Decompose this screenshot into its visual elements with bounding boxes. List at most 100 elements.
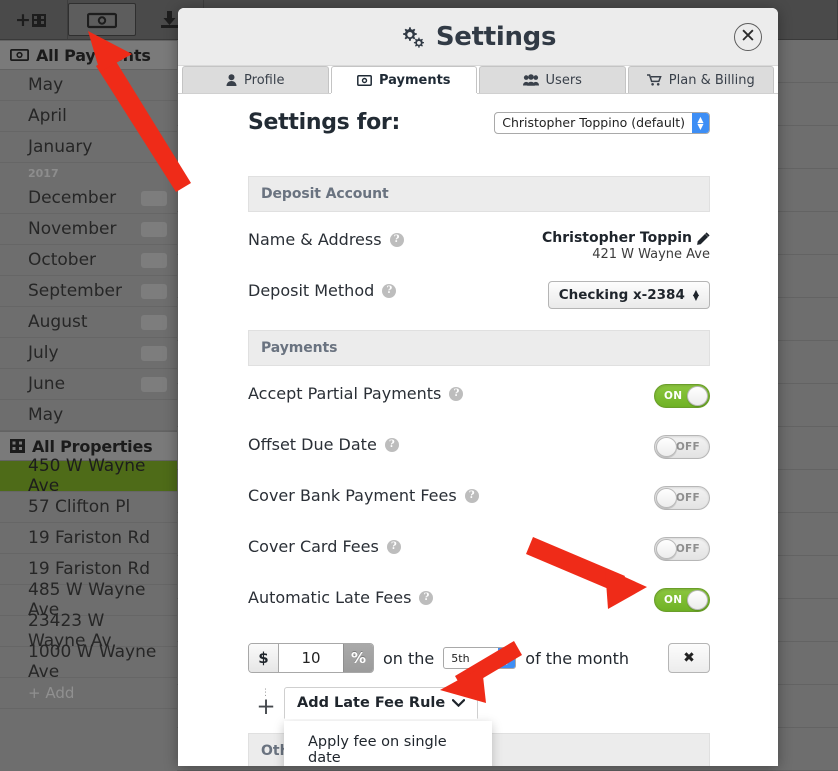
help-icon[interactable]: ? [419,591,433,605]
toggle-knob [656,539,677,559]
month-label: October [28,250,96,270]
on-the-text: on the [383,649,434,668]
close-glyph: ✕ [740,27,756,46]
payments-section-header: Payments [248,330,710,366]
offset-due-date-toggle[interactable]: OFF [654,435,710,459]
tab-profile[interactable]: Profile [182,66,329,93]
tab-label: Profile [244,73,284,88]
sidebar-month-item[interactable]: April [0,101,177,132]
sidebar-month-item[interactable]: June [0,369,177,400]
accept-partial-payments-label-group: Accept Partial Payments ? [248,384,463,403]
help-icon[interactable]: ? [382,284,396,298]
sidebar-property-item[interactable]: 19 Fariston Rd [0,523,177,554]
add-late-fee-rule-row: ⋮ + Add Late Fee Rule Apply fee on singl… [248,673,710,719]
account-select-value: Christopher Toppino (default) [495,113,692,133]
month-amount-pill [141,222,167,237]
month-label: June [28,374,65,394]
settings-for-label: Settings for: [248,110,400,135]
cover-card-fees-row: Cover Card Fees ? OFF [248,519,710,570]
person-icon [226,74,237,86]
late-fee-amount-input[interactable] [279,644,343,672]
tab-plan-billing[interactable]: Plan & Billing [628,66,775,93]
settings-for-bar: Settings for: Christopher Toppino (defau… [178,94,778,152]
automatic-late-fees-label-group: Automatic Late Fees ? [248,588,433,607]
dollar-unit-button[interactable]: $ [249,644,279,672]
plus-icon[interactable]: + [256,698,275,716]
month-label: December [28,188,116,208]
sidebar-month-item[interactable]: July [0,338,177,369]
tab-users[interactable]: Users [479,66,626,93]
sidebar-property-item[interactable]: 450 W Wayne Ave [0,461,177,492]
name-address-row: Name & Address ? Christopher Toppin 421 … [248,212,710,263]
add-building-icon: + [15,11,53,29]
cover-bank-payment-fees-label-group: Cover Bank Payment Fees ? [248,486,479,505]
month-amount-pill [141,191,167,206]
users-icon [523,74,539,86]
name-address-label: Name & Address [248,230,382,249]
menu-item-single-date[interactable]: Apply fee on single date [284,727,492,766]
svg-text:+: + [15,11,31,29]
of-the-month-text: of the month [525,649,629,668]
help-icon[interactable]: ? [390,233,404,247]
cover-bank-payment-fees-toggle[interactable]: OFF [654,486,710,510]
gears-icon [400,25,426,49]
month-amount-pill [141,315,167,330]
tab-label: Plan & Billing [669,73,755,88]
accept-partial-payments-toggle[interactable]: ON [654,384,710,408]
modal-header: Settings ✕ [178,8,778,66]
sidebar-month-item[interactable]: November [0,214,177,245]
deposit-name-line: Christopher Toppin [542,230,710,246]
month-amount-pill [141,346,167,361]
accept-partial-payments-row: Accept Partial Payments ? ON [248,366,710,417]
late-fee-day-select[interactable]: 5th ▲▼ [443,647,516,669]
help-icon[interactable]: ? [387,540,401,554]
sidebar-month-item[interactable]: May [0,70,177,101]
cover-card-fees-label-group: Cover Card Fees ? [248,537,401,556]
month-amount-pill [141,284,167,299]
help-icon[interactable]: ? [449,387,463,401]
sidebar-header-label: All Properties [32,437,152,456]
automatic-late-fees-toggle[interactable]: ON [654,588,710,612]
deposit-method-select[interactable]: Checking x-2384 ▲▼ [548,281,710,309]
add-property-button[interactable]: + [0,0,68,39]
tab-payments[interactable]: Payments [331,66,478,93]
sidebar-header-payments[interactable]: All Payments [0,40,177,70]
sidebar-add-property[interactable]: + Add [0,678,177,709]
offset-due-date-row: Offset Due Date ? OFF [248,417,710,468]
deposit-method-label: Deposit Method [248,281,374,300]
toggle-knob [687,590,708,610]
account-select[interactable]: Christopher Toppino (default) ▲▼ [494,112,710,134]
automatic-late-fees-row: Automatic Late Fees ? ON [248,570,710,621]
sidebar-property-item[interactable]: 57 Clifton Pl [0,492,177,523]
deposit-method-row: Deposit Method ? Checking x-2384 ▲▼ [248,263,710,314]
month-label: November [28,219,116,239]
building-icon [10,439,25,453]
toggle-state-label: OFF [676,487,700,509]
toggle-knob [656,488,677,508]
banknote-icon [10,49,29,61]
sidebar-month-item[interactable]: January [0,132,177,163]
help-icon[interactable]: ? [465,489,479,503]
sidebar-month-item[interactable]: December [0,183,177,214]
sidebar-month-item[interactable]: August [0,307,177,338]
sidebar-month-item[interactable]: October [0,245,177,276]
cover-card-fees-toggle[interactable]: OFF [654,537,710,561]
sidebar-property-item[interactable]: 1000 W Wayne Ave [0,647,177,678]
close-icon[interactable]: ✕ [734,23,762,51]
late-fee-day-value: 5th [444,648,498,668]
tab-label: Payments [379,73,451,88]
toggle-state-label: ON [664,589,682,611]
close-x-icon: ✖ [683,650,695,666]
sidebar-month-item[interactable]: September [0,276,177,307]
late-fee-amount-group: $ % [248,643,374,673]
name-address-label-group: Name & Address ? [248,230,404,249]
percent-unit-button[interactable]: % [343,644,373,672]
add-late-fee-rule-button[interactable]: Add Late Fee Rule [284,687,478,719]
sidebar-month-item[interactable]: May [0,400,177,431]
help-icon[interactable]: ? [385,438,399,452]
sidebar-year-label: 2017 [0,163,177,183]
deposit-method-value: Checking x-2384 [559,287,685,303]
remove-late-fee-rule-button[interactable]: ✖ [668,643,710,673]
payments-toolbar-button[interactable] [68,3,136,36]
add-rule-plus-column[interactable]: ⋮ + [248,690,284,716]
